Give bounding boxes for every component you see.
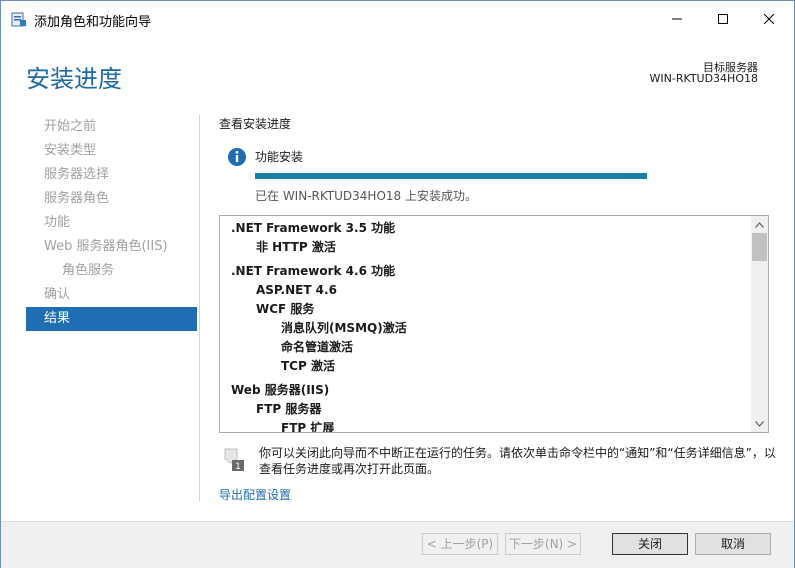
scroll-up-button[interactable] xyxy=(751,216,768,233)
wizard-window: 添加角色和功能向导 安装进度 目标服务器 WIN-RKTUD34HO18 开始之… xyxy=(0,0,795,568)
section-heading: 查看安装进度 xyxy=(219,117,292,131)
close-window-button[interactable] xyxy=(746,1,792,37)
result-item: 非 HTTP 激活 xyxy=(256,240,336,254)
nav-item-results[interactable]: 结果 xyxy=(26,307,197,331)
results-scrollbar[interactable] xyxy=(751,216,768,432)
nav-item-server-selection[interactable]: 服务器选择 xyxy=(26,163,197,187)
wizard-nav: 开始之前 安装类型 服务器选择 服务器角色 功能 Web 服务器角色(IIS) … xyxy=(26,115,197,331)
minimize-icon xyxy=(672,18,682,20)
nav-divider xyxy=(199,115,200,501)
install-success-message: 已在 WIN-RKTUD34HO18 上安装成功。 xyxy=(255,189,477,203)
result-item: .NET Framework 3.5 功能 xyxy=(231,221,396,235)
results-list: .NET Framework 3.5 功能非 HTTP 激活 .NET Frame… xyxy=(220,216,750,432)
close-button[interactable]: 关闭 xyxy=(612,533,688,555)
install-progress-bar xyxy=(255,173,647,179)
next-button[interactable]: 下一步(N) > xyxy=(505,533,581,555)
page-title: 安装进度 xyxy=(26,65,122,93)
svg-text:1: 1 xyxy=(235,462,241,472)
export-config-link[interactable]: 导出配置设置 xyxy=(219,486,291,503)
minimize-button[interactable] xyxy=(654,1,700,37)
window-title: 添加角色和功能向导 xyxy=(34,15,152,30)
title-bar[interactable]: 添加角色和功能向导 xyxy=(1,1,794,37)
result-item: TCP 激活 xyxy=(281,359,335,373)
feature-install-label: 功能安装 xyxy=(255,150,304,164)
nav-item-before-you-begin[interactable]: 开始之前 xyxy=(26,115,197,139)
nav-item-installation-type[interactable]: 安装类型 xyxy=(26,139,197,163)
notification-flag-icon: 1 xyxy=(224,448,244,472)
wizard-app-icon xyxy=(11,12,26,27)
scroll-up-icon xyxy=(755,221,764,228)
install-progress-fill xyxy=(255,173,647,179)
result-item: Web 服务器(IIS) xyxy=(231,383,330,397)
target-server-name: WIN-RKTUD34HO18 xyxy=(649,72,759,85)
maximize-button[interactable] xyxy=(700,1,746,37)
cancel-button[interactable]: 取消 xyxy=(695,533,771,555)
result-item: .NET Framework 4.6 功能 xyxy=(231,264,396,278)
maximize-icon xyxy=(718,14,728,24)
result-item: WCF 服务 xyxy=(256,302,315,316)
wizard-footer: < 上一步(P) 下一步(N) > 关闭 取消 xyxy=(1,521,794,568)
scroll-down-button[interactable] xyxy=(751,415,768,432)
close-icon xyxy=(764,14,774,24)
nav-item-features[interactable]: 功能 xyxy=(26,211,197,235)
nav-item-web-server-role[interactable]: Web 服务器角色(IIS) xyxy=(26,235,197,259)
result-item: 消息队列(MSMQ)激活 xyxy=(281,321,407,335)
scroll-down-icon xyxy=(755,420,764,427)
nav-item-confirmation[interactable]: 确认 xyxy=(26,283,197,307)
wizard-note: 你可以关闭此向导而不中断正在运行的任务。请依次单击命令栏中的“通知”和“任务详细… xyxy=(259,446,776,476)
nav-item-server-roles[interactable]: 服务器角色 xyxy=(26,187,197,211)
previous-button[interactable]: < 上一步(P) xyxy=(422,533,498,555)
result-item: ASP.NET 4.6 xyxy=(256,283,337,297)
result-item: FTP 扩展 xyxy=(281,421,335,433)
results-list-box[interactable]: .NET Framework 3.5 功能非 HTTP 激活 .NET Frame… xyxy=(219,215,769,433)
result-item: FTP 服务器 xyxy=(256,402,322,416)
scroll-thumb[interactable] xyxy=(752,233,767,261)
info-icon xyxy=(228,148,246,166)
nav-item-role-services[interactable]: 角色服务 xyxy=(26,259,197,283)
result-item: 命名管道激活 xyxy=(281,340,354,354)
